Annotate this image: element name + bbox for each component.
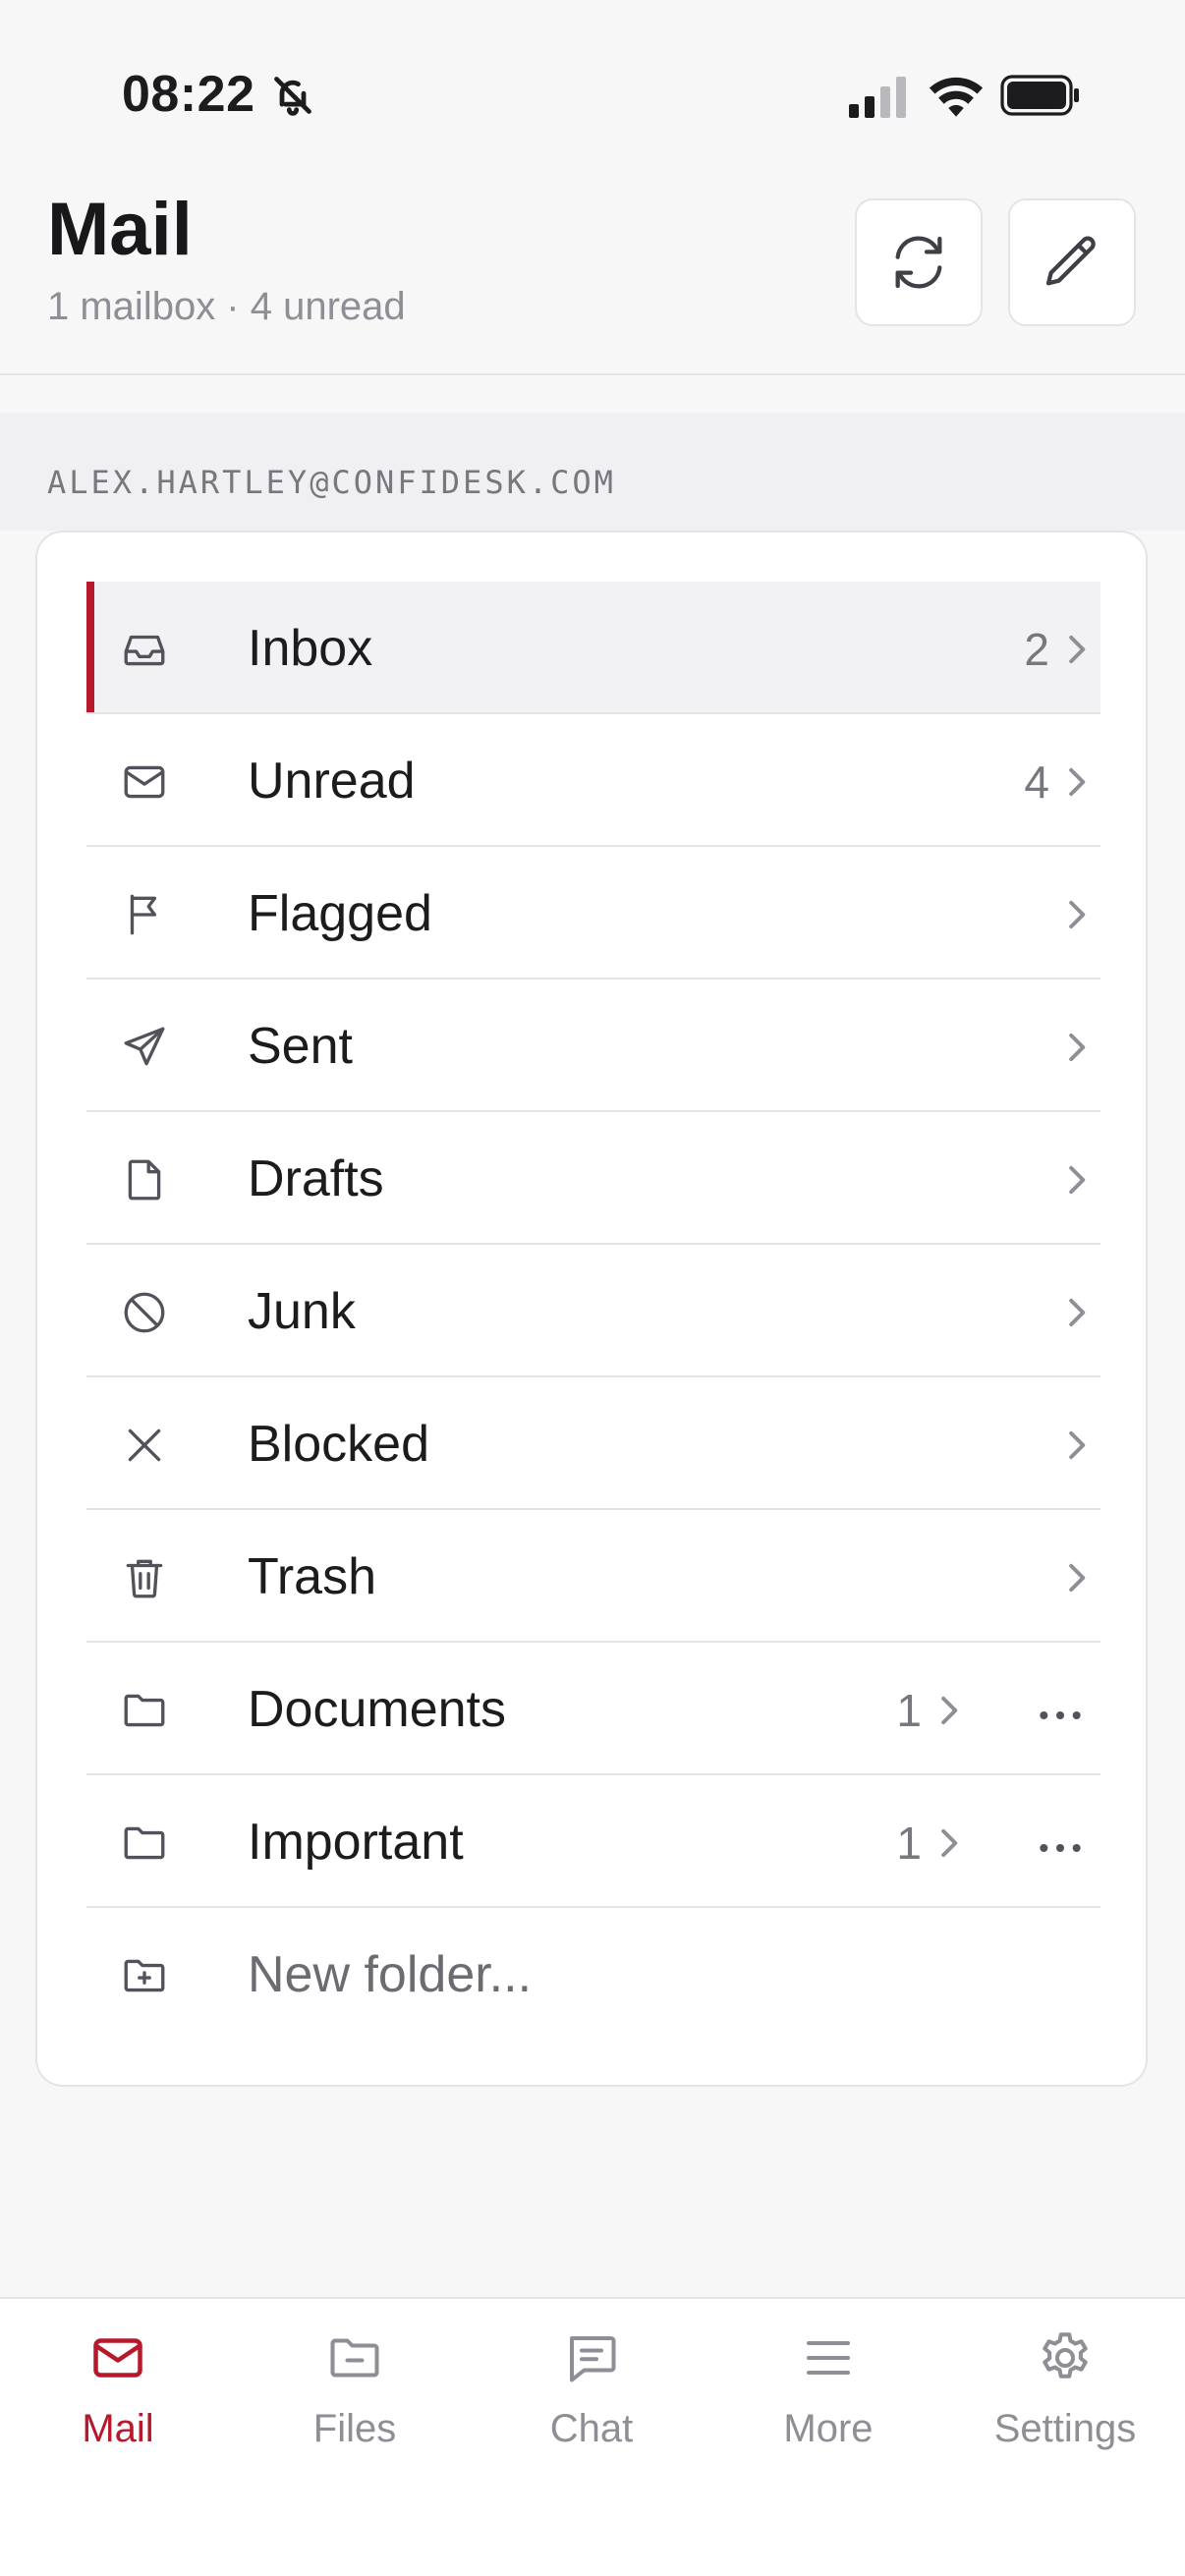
wifi-icon [929, 77, 984, 117]
folder-label: Documents [248, 1681, 506, 1738]
tab-bar: Mail Files Chat More Settings [0, 2297, 1185, 2576]
chevron-right-icon [1069, 1165, 1086, 1195]
folder-plus-icon [120, 1951, 169, 2000]
folder-list: Inbox 2 Unread 4 Flagged Sent Drafts Jun… [86, 582, 1100, 2041]
refresh-button[interactable] [855, 198, 983, 326]
refresh-icon [895, 236, 942, 289]
tab-label: Settings [993, 2407, 1137, 2450]
tab-label: More [783, 2407, 874, 2450]
folder-flagged[interactable]: Flagged [86, 847, 1100, 980]
folder-icon [120, 1819, 169, 1868]
tab-more[interactable]: More [730, 2328, 927, 2466]
envelope-icon [120, 757, 169, 807]
status-time: 08:22 [122, 66, 255, 123]
folder-icon [330, 2338, 379, 2378]
folder-inbox[interactable]: Inbox 2 [86, 582, 1100, 714]
trash-icon [120, 1553, 169, 1602]
chevron-right-icon [1069, 900, 1086, 929]
folder-count: 2 [1024, 624, 1049, 675]
folder-blocked[interactable]: Blocked [86, 1377, 1100, 1510]
folder-label: Sent [248, 1018, 353, 1075]
folder-list-card: Inbox 2 Unread 4 Flagged Sent Drafts Jun… [35, 531, 1148, 2087]
tab-chat[interactable]: Chat [493, 2328, 690, 2466]
folder-icon [120, 1686, 169, 1735]
x-icon [120, 1421, 169, 1470]
header: Mail 1 mailbox · 4 unread [0, 187, 1185, 375]
account-section-header: ALEX.HARTLEY@CONFIDESK.COM [0, 413, 1185, 531]
folder-documents[interactable]: Documents 1 [86, 1643, 1100, 1775]
folder-count: 1 [896, 1818, 922, 1869]
chevron-right-icon [1069, 1430, 1086, 1460]
more-options-icon[interactable] [1036, 1696, 1085, 1725]
chevron-right-icon [1069, 1563, 1086, 1593]
inbox-icon [120, 625, 169, 674]
page-title: Mail [47, 188, 193, 271]
account-email: ALEX.HARTLEY@CONFIDESK.COM [47, 464, 616, 501]
mail-icon [93, 2338, 142, 2378]
chevron-right-icon [1069, 635, 1086, 664]
folder-label: Trash [248, 1548, 376, 1605]
folder-junk[interactable]: Junk [86, 1245, 1100, 1377]
more-options-icon[interactable] [1036, 1828, 1085, 1858]
folder-trash[interactable]: Trash [86, 1510, 1100, 1643]
folder-label: Junk [248, 1283, 356, 1340]
status-bar: 08:22 [0, 0, 1185, 187]
chevron-right-icon [941, 1696, 958, 1725]
tab-settings[interactable]: Settings [967, 2328, 1163, 2466]
tab-mail[interactable]: Mail [20, 2328, 216, 2466]
folder-count: 4 [1024, 756, 1049, 808]
ban-icon [120, 1288, 169, 1337]
document-icon [120, 1155, 169, 1204]
tab-label: Files [312, 2407, 397, 2450]
battery-icon [1000, 75, 1079, 116]
folder-count: 1 [896, 1685, 922, 1736]
tab-files[interactable]: Files [256, 2328, 453, 2466]
tab-label: Mail [82, 2407, 154, 2450]
bell-slash-icon [274, 77, 311, 116]
folder-label: Drafts [248, 1150, 384, 1207]
folder-drafts[interactable]: Drafts [86, 1112, 1100, 1245]
chat-icon [570, 2336, 616, 2382]
folder-label: Flagged [248, 885, 432, 942]
folder-unread[interactable]: Unread 4 [86, 714, 1100, 847]
chevron-right-icon [1069, 767, 1086, 797]
chevron-right-icon [941, 1828, 958, 1858]
tab-label: Chat [549, 2407, 634, 2450]
folder-label: Important [248, 1814, 464, 1871]
new-folder-button[interactable]: New folder... [86, 1908, 1100, 2041]
folder-important[interactable]: Important 1 [86, 1775, 1100, 1908]
folder-label: Inbox [248, 620, 373, 677]
gear-icon [1043, 2332, 1088, 2379]
compose-button[interactable] [1008, 198, 1136, 326]
chevron-right-icon [1069, 1298, 1086, 1327]
flag-icon [120, 890, 169, 939]
folder-label: Blocked [248, 1416, 429, 1473]
folder-label: Unread [248, 753, 416, 810]
send-icon [120, 1023, 169, 1072]
chevron-right-icon [1069, 1033, 1086, 1062]
folder-sent[interactable]: Sent [86, 980, 1100, 1112]
menu-icon [807, 2341, 850, 2375]
signal-icon [849, 77, 906, 118]
page-subtitle: 1 mailbox · 4 unread [47, 285, 406, 328]
new-folder-label: New folder... [248, 1946, 533, 2003]
compose-icon [1045, 236, 1096, 286]
